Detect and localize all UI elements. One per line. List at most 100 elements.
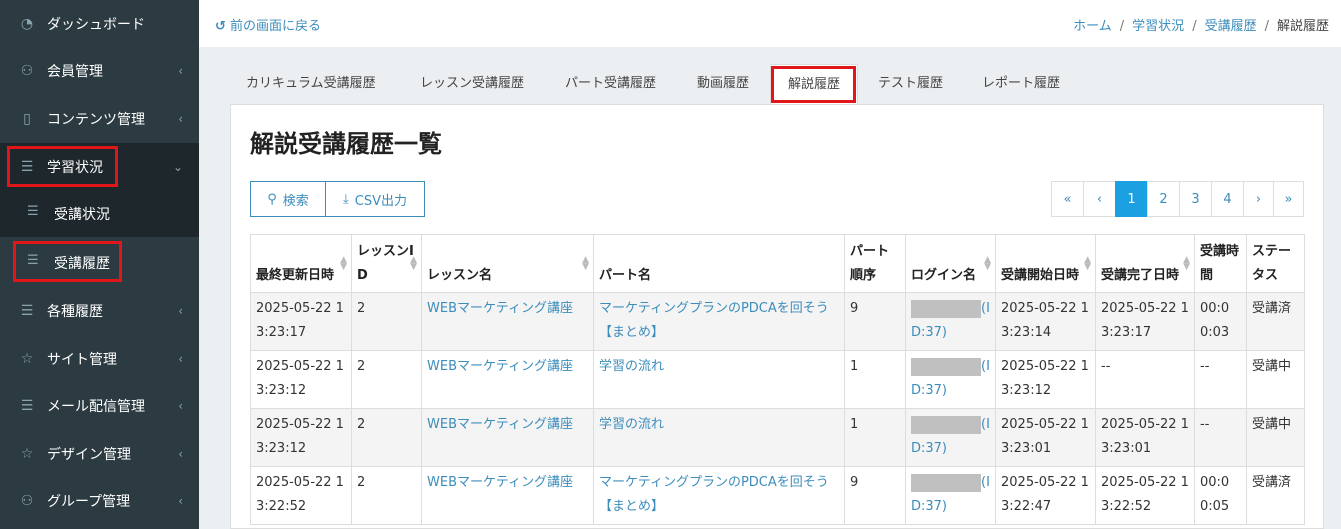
search-icon: ⚲ xyxy=(267,191,277,207)
tab-lesson-history[interactable]: レッスン受講履歴 xyxy=(420,64,524,104)
table-header-row: 最終更新日時 ▲ ▼ レッスンID ▲ ▼ レッスン名 ▲ ▼ パート名 パート順序 ログイ… xyxy=(250,234,1305,293)
table-cell-updated: 2025-05-22 13:23:12 xyxy=(250,350,352,409)
lesson-link[interactable]: WEBマーケティング講座 xyxy=(427,475,573,490)
breadcrumb: ホーム / 学習状況 / 受講履歴 / 解説履歴 xyxy=(1073,19,1329,34)
sort-icon: ▲ ▼ xyxy=(1183,255,1190,272)
csv-export-button[interactable]: ⤓ CSV出力 xyxy=(325,181,425,217)
table-cell-part: 学習の流れ xyxy=(593,408,845,467)
sidebar-item-label: 会員管理 xyxy=(47,63,103,80)
sidebar-item-site-management[interactable]: ☆ サイト管理 ‹ xyxy=(0,335,199,382)
sidebar-item-learning-status[interactable]: ☰ 学習状況 ⌄ xyxy=(0,143,199,190)
column-header[interactable]: 受講完了日時 ▲ ▼ xyxy=(1095,234,1195,293)
page-4[interactable]: 4 xyxy=(1211,181,1244,217)
back-link-label: 前の画面に戻る xyxy=(230,19,322,34)
table-cell-time: -- xyxy=(1194,408,1247,467)
table-cell-login: (ID:37) xyxy=(905,292,996,351)
page-2[interactable]: 2 xyxy=(1147,181,1180,217)
sidebar-item-dashboard[interactable]: ◔ ダッシュボード xyxy=(0,0,199,47)
history-table: 最終更新日時 ▲ ▼ レッスンID ▲ ▼ レッスン名 ▲ ▼ パート名 パート順序 ログイ… xyxy=(250,234,1305,525)
redacted-name xyxy=(911,357,981,376)
table-cell-start: 2025-05-22 13:23:01 xyxy=(995,408,1096,467)
sidebar-item-label: 受講状況 xyxy=(54,207,110,223)
sidebar-item-mail-delivery[interactable]: ☰ メール配信管理 ‹ xyxy=(0,382,199,429)
column-header[interactable]: 最終更新日時 ▲ ▼ xyxy=(250,234,352,293)
lesson-link[interactable]: WEBマーケティング講座 xyxy=(427,359,573,374)
table-row: 2025-05-22 13:23:12 2 WEBマーケティング講座 学習の流れ 1 (I… xyxy=(250,408,1305,467)
sidebar-item-members[interactable]: ⚇ 会員管理 ‹ xyxy=(0,47,199,94)
table-cell-login: (ID:37) xyxy=(905,350,996,409)
part-link[interactable]: マーケティングプランのPDCAを回そう【まとめ】 xyxy=(599,301,829,340)
sidebar-item-label: 各種履歴 xyxy=(47,303,103,320)
page-prev[interactable]: ‹ xyxy=(1083,181,1116,217)
sidebar-item-various-history[interactable]: ☰ 各種履歴 ‹ xyxy=(0,287,199,334)
chevron-left-icon: ‹ xyxy=(178,63,183,78)
sidebar-item-contents[interactable]: ▯ コンテンツ管理 ‹ xyxy=(0,95,199,142)
table-cell-login: (ID:37) xyxy=(905,466,996,525)
table-cell-order: 1 xyxy=(844,350,906,409)
page-3[interactable]: 3 xyxy=(1179,181,1212,217)
search-button[interactable]: ⚲ 検索 xyxy=(250,181,326,217)
back-link[interactable]: ↺ 前の画面に戻る xyxy=(215,15,321,34)
column-header: パート名 xyxy=(593,234,845,293)
chevron-down-icon: ⌄ xyxy=(172,159,183,174)
part-link[interactable]: マーケティングプランのPDCAを回そう【まとめ】 xyxy=(599,475,829,514)
table-cell-status: 受講済 xyxy=(1246,466,1305,525)
column-header[interactable]: ログイン名 ▲ ▼ xyxy=(905,234,996,293)
sidebar-item-label: デザイン管理 xyxy=(47,446,131,463)
chevron-left-icon: ‹ xyxy=(178,351,183,366)
table-cell-end: -- xyxy=(1095,350,1195,409)
tab-explanation-history[interactable]: 解説履歴 xyxy=(770,64,858,104)
chevron-left-icon: ‹ xyxy=(178,446,183,461)
list-icon: ☰ xyxy=(20,158,34,175)
page-1[interactable]: 1 xyxy=(1115,181,1148,217)
list-icon: ☰ xyxy=(20,302,34,319)
sort-icon: ▲ ▼ xyxy=(984,255,991,272)
table-cell-part: 学習の流れ xyxy=(593,350,845,409)
sidebar-item-design[interactable]: ☆ デザイン管理 ‹ xyxy=(0,430,199,477)
page-last[interactable]: » xyxy=(1273,181,1304,217)
page-next[interactable]: › xyxy=(1243,181,1274,217)
table-cell-start: 2025-05-22 13:22:47 xyxy=(995,466,1096,525)
tab-curriculum-history[interactable]: カリキュラム受講履歴 xyxy=(246,64,376,104)
table-cell-status: 受講済 xyxy=(1246,292,1305,351)
breadcrumb-attendance-history[interactable]: 受講履歴 xyxy=(1205,19,1257,34)
breadcrumb-current: 解説履歴 xyxy=(1276,19,1329,34)
sidebar: ◔ ダッシュボード ⚇ 会員管理 ‹ ▯ コンテンツ管理 ‹ ☰ 学習状況 ⌄ … xyxy=(0,0,199,529)
breadcrumb-home[interactable]: ホーム xyxy=(1073,19,1112,34)
redacted-name xyxy=(911,299,981,318)
sidebar-item-label: 受講履歴 xyxy=(54,256,110,272)
download-icon: ⤓ xyxy=(343,191,349,207)
column-header[interactable]: レッスン名 ▲ ▼ xyxy=(421,234,594,293)
lesson-link[interactable]: WEBマーケティング講座 xyxy=(427,417,573,432)
column-header: 受講時間 xyxy=(1194,234,1247,293)
table-cell-status: 受講中 xyxy=(1246,408,1305,467)
tab-report-history[interactable]: レポート履歴 xyxy=(982,64,1060,104)
column-header[interactable]: レッスンID ▲ ▼ xyxy=(351,234,422,293)
column-header[interactable]: 受講開始日時 ▲ ▼ xyxy=(995,234,1096,293)
sidebar-subitem-attendance-status[interactable]: ☰ 受講状況 xyxy=(0,190,199,237)
table-cell-start: 2025-05-22 13:23:14 xyxy=(995,292,1096,351)
sort-icon: ▲ ▼ xyxy=(1084,255,1091,272)
table-cell-login: (ID:37) xyxy=(905,408,996,467)
page-first[interactable]: « xyxy=(1051,181,1084,217)
star-icon: ☆ xyxy=(20,350,34,367)
breadcrumb-learning-status[interactable]: 学習状況 xyxy=(1132,19,1184,34)
chevron-left-icon: ‹ xyxy=(178,111,183,126)
table-cell-end: 2025-05-22 13:23:01 xyxy=(1095,408,1195,467)
tab-test-history[interactable]: テスト履歴 xyxy=(878,64,943,104)
sort-icon: ▲ ▼ xyxy=(340,255,347,272)
sidebar-subitem-attendance-history[interactable]: ☰ 受講履歴 xyxy=(0,239,199,286)
sort-icon: ▲ ▼ xyxy=(582,255,589,272)
tab-video-history[interactable]: 動画履歴 xyxy=(697,64,749,104)
table-cell-time: 00:00:05 xyxy=(1194,466,1247,525)
part-link[interactable]: 学習の流れ xyxy=(599,359,664,374)
redacted-name xyxy=(911,415,981,434)
tab-part-history[interactable]: パート受講履歴 xyxy=(565,64,656,104)
sidebar-item-group[interactable]: ⚇ グループ管理 ‹ xyxy=(0,477,199,524)
undo-icon: ↺ xyxy=(215,19,226,34)
table-cell-part: マーケティングプランのPDCAを回そう【まとめ】 xyxy=(593,466,845,525)
lesson-link[interactable]: WEBマーケティング講座 xyxy=(427,301,573,316)
dashboard-icon: ◔ xyxy=(20,15,34,32)
part-link[interactable]: 学習の流れ xyxy=(599,417,664,432)
table-cell-order: 9 xyxy=(844,466,906,525)
